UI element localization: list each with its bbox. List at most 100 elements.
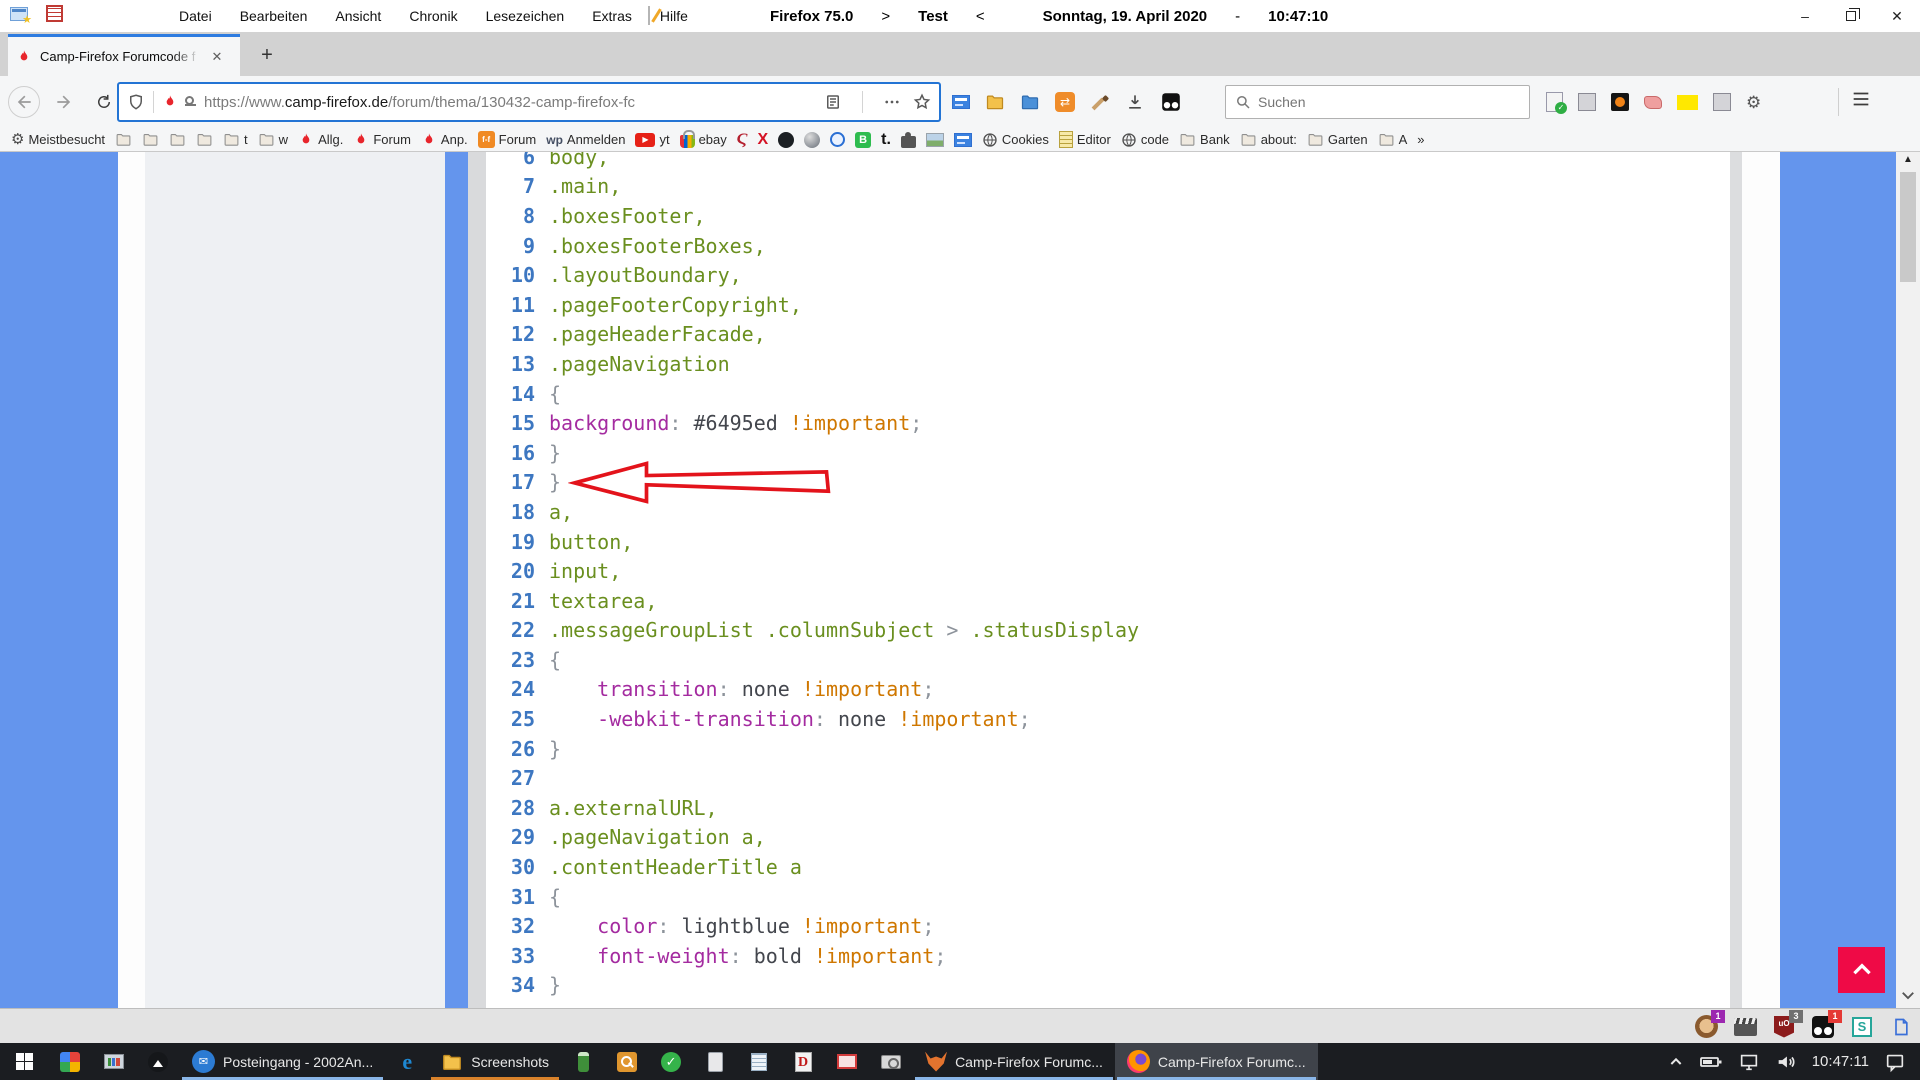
tracking-shield-icon[interactable] [127,93,145,111]
taskbar-button-folder-yellow[interactable]: Screenshots [429,1043,561,1080]
action-center-icon[interactable] [1884,1051,1906,1073]
menu-button[interactable] [1850,88,1872,110]
taskbar-icon-check-circle[interactable]: ✓ [649,1043,693,1080]
menu-item-ansicht[interactable]: Ansicht [321,0,395,32]
taskbar-button-thunderbird[interactable]: ✉Posteingang - 2002An... [180,1043,385,1080]
code-left-scrollbar[interactable] [468,152,486,1008]
taskbar-icon-photos[interactable] [136,1043,180,1080]
taskbar-icon-d-letter[interactable]: D [781,1043,825,1080]
taskbar-icon-camera[interactable] [869,1043,913,1080]
taskbar-icon-edge[interactable]: e [385,1043,429,1080]
bookmark-item-forum[interactable]: f-fForum [473,129,542,151]
bookmark-item-anmelden[interactable]: wpAnmelden [541,129,630,151]
taskbar-icon-key[interactable] [605,1043,649,1080]
tray-clock[interactable]: 10:47:11 [1812,1053,1869,1070]
start-button[interactable] [0,1043,48,1080]
taskbar-icon-red-monitor[interactable] [825,1043,869,1080]
bookmark-item[interactable] [110,129,137,151]
scrollbar-down-icon[interactable] [1899,986,1917,1004]
bookmark-item-w[interactable]: w [253,129,293,151]
v-badge-icon[interactable] [1578,93,1596,111]
bookmark-item[interactable] [825,129,850,151]
bookmark-item[interactable] [949,129,977,151]
scrollbar-thumb[interactable] [1900,172,1916,282]
minimize-button[interactable]: – [1782,0,1828,32]
url-bar[interactable]: https://www.camp-firefox.de/forum/thema/… [117,82,941,122]
bookmark-item-a[interactable]: A [1373,129,1413,151]
gear-addon-icon[interactable]: ⚙ [1746,94,1761,111]
bookmark-item[interactable] [137,129,164,151]
bookmark-item-cookies[interactable]: Cookies [977,129,1054,151]
scroll-addon-icon[interactable] [1644,96,1662,109]
addon-monkey[interactable]: 1 [1693,1014,1719,1040]
taskbar-icon-notepad[interactable] [737,1043,781,1080]
tray-chevron-up-icon[interactable] [1668,1054,1684,1070]
sidebar-toggle-icon[interactable] [952,95,970,109]
restore-button[interactable] [1828,0,1874,32]
scroll-to-top-button[interactable] [1838,947,1885,993]
search-input[interactable] [1258,86,1523,118]
bookmark-star-icon[interactable] [913,93,931,111]
addon-ublock-shield[interactable]: uO3 [1771,1014,1797,1040]
pencil-note-icon[interactable] [648,6,650,25]
reload-button[interactable] [88,86,120,118]
bookmark-item-meistbesucht[interactable]: ⚙Meistbesucht [6,129,110,151]
scrollbar-up-icon[interactable]: ▲ [1896,154,1920,165]
menu-item-bearbeiten[interactable]: Bearbeiten [226,0,322,32]
bookmark-item-code[interactable]: code [1116,129,1174,151]
close-button[interactable]: ✕ [1874,0,1920,32]
sync-addon-icon[interactable]: ⇄ [1055,92,1075,112]
v-badge-icon-2[interactable] [1713,93,1731,111]
network-icon[interactable] [1738,1051,1760,1073]
bookmark-item-editor[interactable]: Editor [1054,129,1116,151]
url-input[interactable]: https://www.camp-firefox.de/forum/thema/… [204,94,824,111]
addon-bookmark-page[interactable] [1888,1014,1914,1040]
bookmark-item-about[interactable]: about: [1235,129,1302,151]
bookmark-item[interactable] [799,129,825,151]
bookmark-item[interactable]: t. [876,129,896,151]
back-button[interactable] [8,86,40,118]
speaker-icon[interactable] [1775,1051,1797,1073]
tab-close-icon[interactable]: ✕ [206,49,228,65]
taskbar-button-fox[interactable]: Camp-Firefox Forumc... [913,1043,1115,1080]
forward-button[interactable] [48,86,80,118]
validator-check-icon[interactable] [1546,92,1563,112]
bookmark-item-garten[interactable]: Garten [1302,129,1373,151]
bookmark-item[interactable] [773,129,799,151]
bookmark-item[interactable]: Ϛ [732,129,753,151]
taskbar-button-firefox[interactable]: Camp-Firefox Forumc... [1115,1043,1318,1080]
bookmark-item-t[interactable]: t [218,129,253,151]
bookmark-item-bank[interactable]: Bank [1174,129,1235,151]
reader-mode-icon[interactable] [824,93,842,111]
bookmark-item[interactable] [191,129,218,151]
taskbar-icon-chart-monitor[interactable] [92,1043,136,1080]
taskbar-icon-card[interactable] [693,1043,737,1080]
menu-item-chronik[interactable]: Chronik [395,0,471,32]
orange-dot-addon-icon[interactable] [1611,93,1629,111]
bookmark-item-forum[interactable]: Forum [348,129,416,151]
menu-item-lesezeichen[interactable]: Lesezeichen [472,0,579,32]
bookmark-item[interactable] [164,129,191,151]
brush-icon[interactable] [1090,92,1110,112]
menu-item-extras[interactable]: Extras [578,0,646,32]
addon-stylus[interactable]: S [1849,1014,1875,1040]
new-tab-button[interactable]: + [252,40,282,70]
open-folder-icon[interactable] [985,92,1005,112]
page-actions-dots-icon[interactable] [883,93,901,111]
red-grid-icon[interactable] [46,5,63,22]
download-icon[interactable] [1125,92,1145,112]
mask-addon-icon[interactable] [1162,93,1180,111]
bookmark-item[interactable]: B [850,129,876,151]
addon-clapperboard[interactable] [1732,1014,1758,1040]
browser-scrollbar[interactable]: ▲ [1896,152,1920,1008]
bookmark-item[interactable] [896,129,921,151]
tab-camp-firefox[interactable]: Camp-Firefox Forumcode f ✕ [8,34,240,76]
code-right-scrollbar[interactable] [1730,152,1742,1008]
session-window-icon[interactable] [10,7,28,21]
bookmark-item[interactable] [921,129,949,151]
addon-cookie-mask[interactable]: 1 [1810,1014,1836,1040]
permissions-icon[interactable] [184,96,198,108]
blue-folder-icon[interactable] [1020,92,1040,112]
bookmark-item-anp[interactable]: Anp. [416,129,473,151]
css-addon-icon[interactable] [1677,95,1698,110]
